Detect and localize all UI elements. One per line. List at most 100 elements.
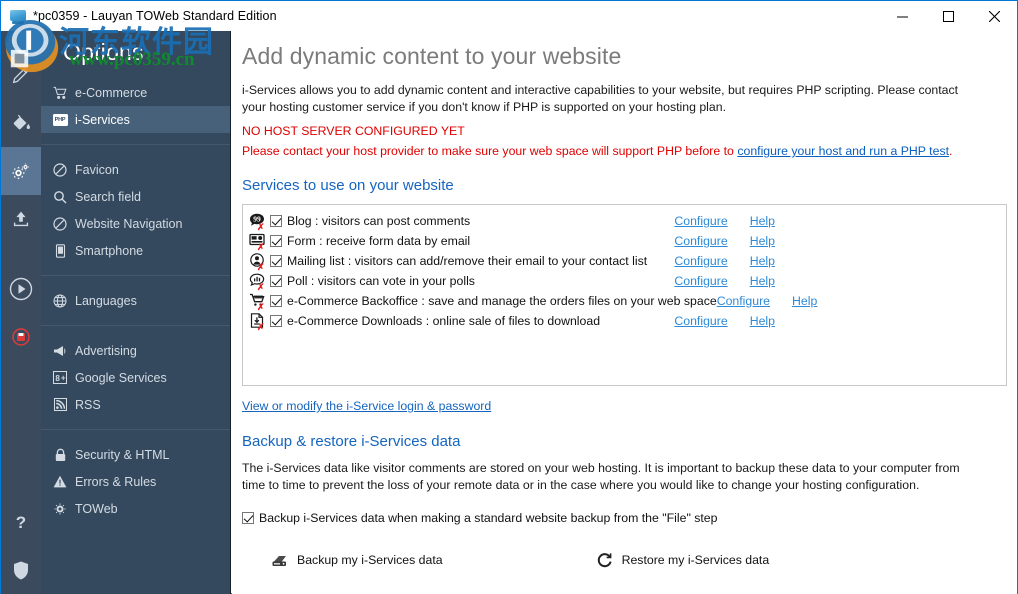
application-window: *pc0359 - Lauyan TOWeb Standard Edition	[0, 0, 1018, 594]
sidebar-item-website-navigation[interactable]: Website Navigation	[41, 210, 230, 237]
service-checkbox[interactable]	[270, 255, 282, 267]
rail-bottom-group: ?	[1, 498, 41, 594]
gear-icon	[51, 501, 69, 517]
configure-link[interactable]: Configure	[674, 274, 727, 288]
backup-button-label: Backup my i-Services data	[297, 553, 443, 567]
sidebar-item-label: Smartphone	[75, 243, 144, 258]
service-row[interactable]: ✗ e-Commerce Downloads : online sale of …	[249, 311, 1000, 332]
app-icon	[10, 8, 26, 24]
sidebar-item-toweb[interactable]: TOWeb	[41, 495, 230, 522]
service-row[interactable]: ✗ Poll : visitors can vote in your polls…	[249, 271, 1000, 292]
service-label: Mailing list : visitors can add/remove t…	[287, 254, 648, 268]
sidebar-item-label: Website Navigation	[75, 216, 183, 231]
minimize-button[interactable]	[879, 1, 925, 31]
pencil-icon[interactable]	[1, 51, 41, 99]
configure-link[interactable]: Configure	[674, 314, 727, 328]
service-checkbox[interactable]	[270, 295, 282, 307]
help-link[interactable]: Help	[750, 314, 775, 328]
service-actions: Configure Help	[674, 234, 1000, 248]
error-x-badge: ✗	[257, 282, 265, 292]
sidebar-item-errors-rules[interactable]: Errors & Rules	[41, 468, 230, 495]
service-checkbox[interactable]	[270, 275, 282, 287]
warning-line-1: NO HOST SERVER CONFIGURED YET	[242, 124, 465, 138]
services-list: 99 ✗ Blog : visitors can post comments C…	[242, 204, 1007, 386]
configure-link[interactable]: Configure	[674, 214, 727, 228]
options-sidebar: Options e-Commerce PHP i-Services Favico…	[41, 31, 231, 594]
configure-link[interactable]: Configure	[674, 234, 727, 248]
form-icon: ✗	[249, 233, 267, 252]
help-link[interactable]: Help	[792, 294, 817, 308]
service-checkbox[interactable]	[270, 315, 282, 327]
service-checkbox[interactable]	[270, 215, 282, 227]
shield-icon[interactable]	[1, 546, 41, 594]
window-title: *pc0359 - Lauyan TOWeb Standard Edition	[33, 9, 277, 23]
service-actions: Configure Help	[674, 214, 1000, 228]
help-link[interactable]: Help	[750, 274, 775, 288]
sidebar-item-security-html[interactable]: Security & HTML	[41, 441, 230, 468]
backup-checkbox[interactable]	[242, 512, 254, 524]
maximize-button[interactable]	[925, 1, 971, 31]
configure-host-link[interactable]: configure your host and run a PHP test	[737, 144, 949, 158]
sidebar-item-label: i-Services	[75, 112, 130, 127]
service-actions: Configure Help	[674, 254, 1000, 268]
mailing-list-icon: ✗	[249, 253, 267, 272]
backup-intro: The i-Services data like visitor comment…	[242, 461, 960, 492]
sidebar-divider	[41, 144, 230, 145]
record-icon[interactable]	[1, 313, 41, 361]
sidebar-item-label: Errors & Rules	[75, 474, 157, 489]
view-modify-login-link[interactable]: View or modify the i-Service login & pas…	[242, 399, 491, 413]
backup-data-button[interactable]: Backup my i-Services data	[270, 551, 443, 569]
sidebar-divider	[41, 325, 230, 326]
error-x-badge: ✗	[257, 322, 265, 332]
paint-bucket-icon[interactable]	[1, 99, 41, 147]
error-x-badge: ✗	[257, 302, 265, 312]
sidebar-item-languages[interactable]: Languages	[41, 287, 230, 314]
help-link[interactable]: Help	[750, 214, 775, 228]
svg-text:?: ?	[16, 513, 26, 532]
magnifier-icon	[51, 189, 69, 205]
service-actions: Configure Help	[717, 294, 1017, 308]
sidebar-item-favicon[interactable]: Favicon	[41, 156, 230, 183]
service-row[interactable]: ✗ Mailing list : visitors can add/remove…	[249, 251, 1000, 272]
service-label: Poll : visitors can vote in your polls	[287, 274, 475, 288]
service-checkbox[interactable]	[270, 235, 282, 247]
close-button[interactable]	[971, 1, 1017, 31]
help-link[interactable]: Help	[750, 254, 775, 268]
php-badge-icon: PHP	[51, 112, 69, 128]
sidebar-item-e-commerce[interactable]: e-Commerce	[41, 79, 230, 106]
service-row[interactable]: ✗ Form : receive form data by email Conf…	[249, 231, 1000, 252]
svg-text:8: 8	[55, 374, 60, 383]
login-password-link-row: View or modify the i-Service login & pas…	[242, 397, 1007, 415]
backup-restore-buttons: Backup my i-Services data Restore my i-S…	[242, 551, 1007, 569]
service-actions: Configure Help	[674, 314, 1000, 328]
service-label: Form : receive form data by email	[287, 234, 471, 248]
backup-checkbox-row[interactable]: Backup i-Services data when making a sta…	[242, 511, 1007, 525]
sidebar-item-rss[interactable]: RSS	[41, 391, 230, 418]
configure-link[interactable]: Configure	[674, 254, 727, 268]
title-bar: *pc0359 - Lauyan TOWeb Standard Edition	[1, 1, 1017, 31]
icon-rail: ?	[1, 31, 41, 594]
help-icon[interactable]: ?	[1, 498, 41, 546]
gears-icon[interactable]	[1, 147, 41, 195]
configure-link[interactable]: Configure	[717, 294, 770, 308]
restore-data-button[interactable]: Restore my i-Services data	[595, 551, 769, 569]
sidebar-item-smartphone[interactable]: Smartphone	[41, 237, 230, 264]
sidebar-item-i-services[interactable]: PHP i-Services	[41, 106, 230, 133]
sidebar-item-advertising[interactable]: Advertising	[41, 337, 230, 364]
play-icon[interactable]	[1, 265, 41, 313]
service-row[interactable]: 99 ✗ Blog : visitors can post comments C…	[249, 211, 1000, 232]
globe-icon	[51, 293, 69, 309]
download-file-icon: ✗	[249, 313, 267, 332]
sidebar-item-search-field[interactable]: Search field	[41, 183, 230, 210]
sidebar-item-label: Security & HTML	[75, 447, 170, 462]
sidebar-item-label: Favicon	[75, 162, 119, 177]
favicon-circle-icon	[51, 162, 69, 178]
service-row[interactable]: ✗ e-Commerce Backoffice : save and manag…	[249, 291, 1000, 312]
error-x-badge: ✗	[257, 222, 265, 232]
rss-icon	[51, 397, 69, 413]
services-heading: Services to use on your website	[242, 177, 454, 194]
upload-icon[interactable]	[1, 195, 41, 243]
sidebar-item-label: Advertising	[75, 343, 137, 358]
sidebar-item-google-services[interactable]: 8 + Google Services	[41, 364, 230, 391]
help-link[interactable]: Help	[750, 234, 775, 248]
